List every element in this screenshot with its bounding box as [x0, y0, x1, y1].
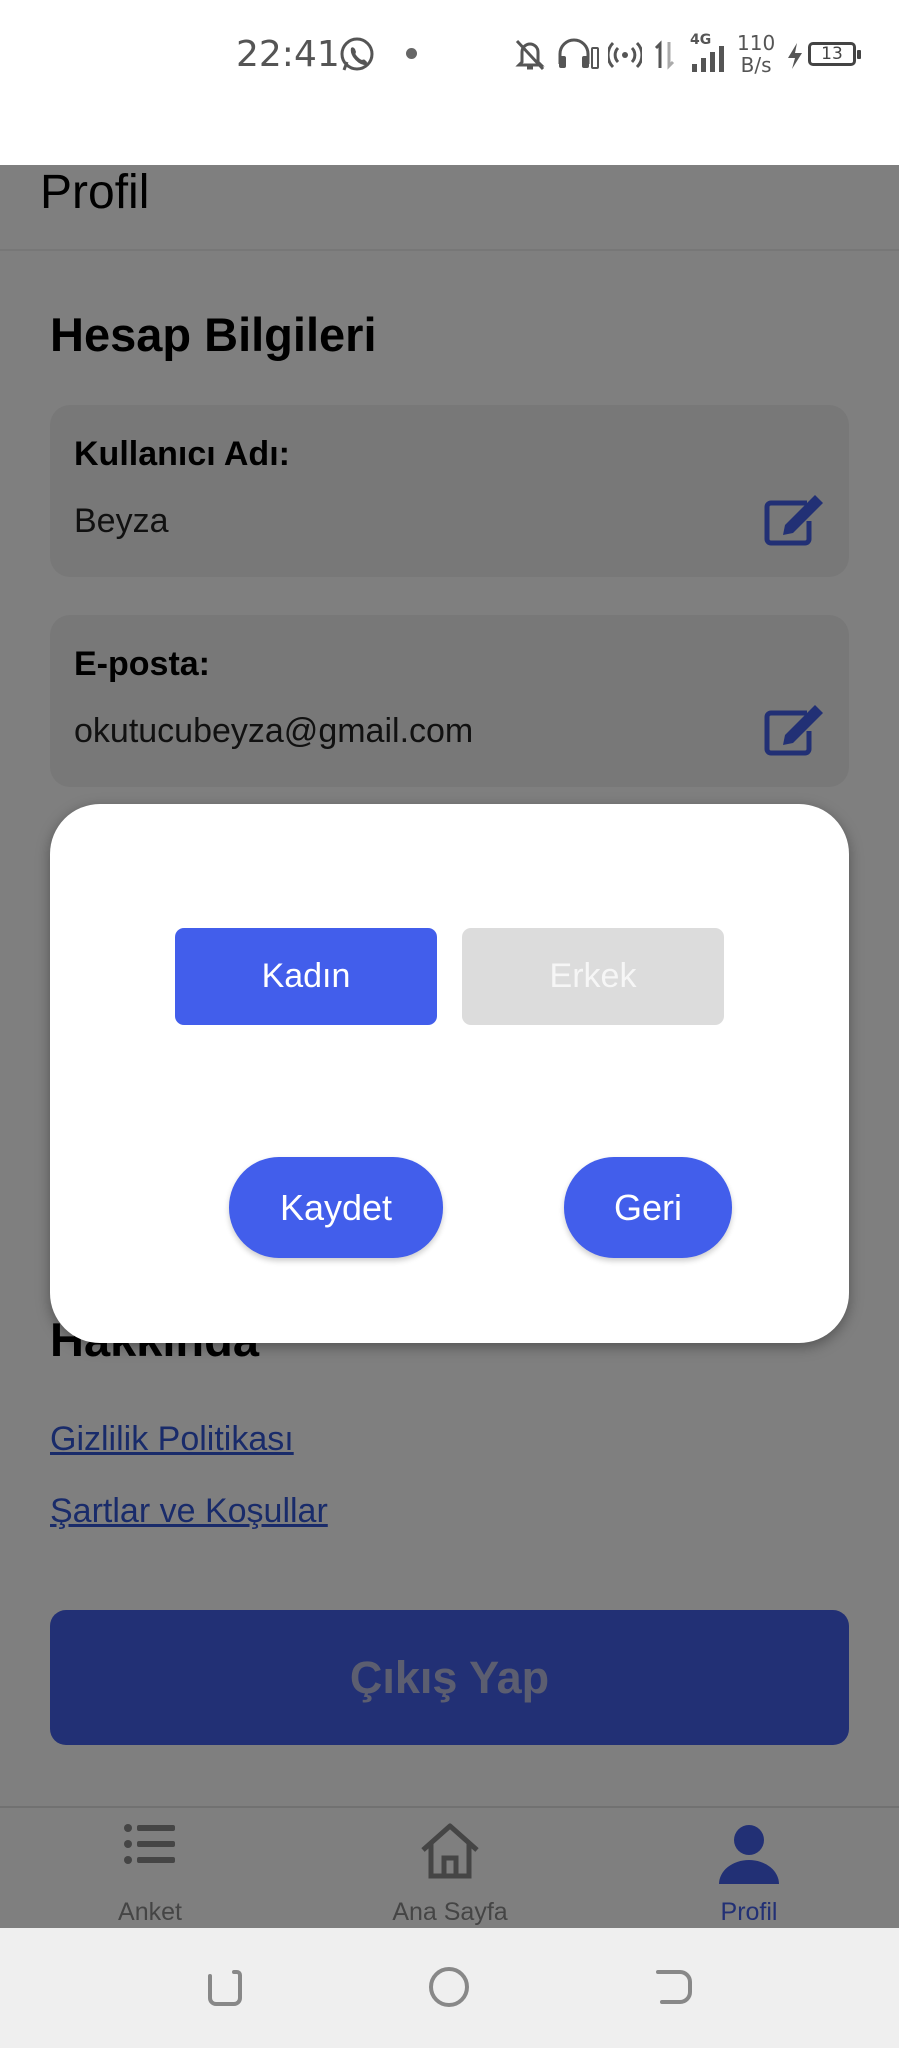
back-icon[interactable] — [652, 1966, 694, 2008]
gender-modal: Kadın Erkek Kaydet Geri — [50, 804, 849, 1343]
charging-icon — [788, 43, 802, 69]
speed-unit: B/s — [740, 53, 772, 77]
hotspot-icon — [608, 41, 642, 69]
system-nav-bar — [0, 1928, 899, 2048]
option-male[interactable]: Erkek — [462, 928, 724, 1025]
home-circle-icon[interactable] — [428, 1966, 470, 2008]
option-female[interactable]: Kadın — [175, 928, 437, 1025]
speed-value: 110 — [737, 31, 776, 55]
back-button[interactable]: Geri — [564, 1157, 732, 1258]
signal-icon — [692, 46, 724, 72]
data-arrows-icon — [654, 40, 675, 70]
save-button[interactable]: Kaydet — [229, 1157, 443, 1258]
recents-icon[interactable] — [204, 1966, 246, 2008]
headphones-icon — [558, 38, 599, 69]
battery-icon: 13 — [808, 42, 861, 66]
status-time: 22:41 — [236, 34, 340, 75]
whatsapp-icon — [340, 37, 374, 71]
status-bar: 22:41 4G 110 B/s 13 — [0, 0, 899, 165]
bell-off-icon — [515, 39, 545, 71]
network-speed: 110 B/s — [737, 32, 775, 76]
notification-dot — [406, 48, 417, 59]
